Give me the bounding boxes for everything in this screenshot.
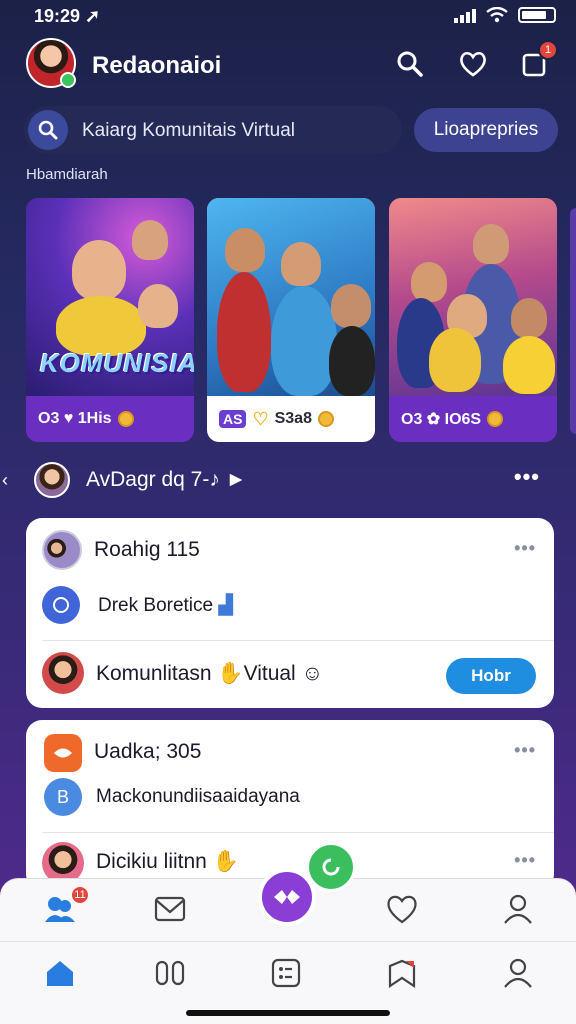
- divider: [42, 832, 554, 833]
- coin-icon: [117, 411, 134, 427]
- signal-icon: [454, 7, 476, 23]
- story-stats: O3 ♥ 1His: [26, 396, 194, 442]
- emoji-icon: ☺: [301, 662, 324, 685]
- community-icon[interactable]: 11: [40, 885, 90, 929]
- back-arrow-icon[interactable]: ‹: [2, 470, 8, 491]
- post-card-1[interactable]: Roahig 115 ••• Drek Boretice ▟ Komunlita…: [26, 518, 554, 708]
- story-image: KOMUNISIAS: [26, 198, 194, 396]
- notification-badge: 1: [538, 40, 558, 60]
- feed-header: ‹ AvDagr dq 7-♪ ► •••: [0, 456, 576, 502]
- more-options-icon[interactable]: •••: [514, 464, 540, 490]
- post-sub-item: Drek Boretice ▟: [98, 594, 233, 617]
- post-title: Uadka; 305: [94, 740, 202, 763]
- notifications-icon[interactable]: 1: [516, 40, 558, 82]
- menu-icon[interactable]: [266, 953, 306, 993]
- online-status-icon: [60, 72, 76, 88]
- nav-badge: 11: [70, 885, 90, 905]
- story-image: [207, 198, 375, 396]
- app-icon[interactable]: [44, 734, 82, 772]
- member-name-text: Dicikiu liitnn: [96, 850, 207, 873]
- account-icon[interactable]: [498, 953, 538, 993]
- header: Redaonaioi 1: [0, 36, 576, 96]
- member-suffix: Vitual: [243, 662, 296, 685]
- battery-icon: [518, 7, 556, 23]
- story-stats-text: O3 ♥ 1His: [38, 410, 112, 427]
- status-time: 19:29 ➚: [34, 6, 101, 26]
- refresh-button[interactable]: [306, 842, 356, 892]
- feed-title: AvDagr dq 7-♪ ►: [86, 468, 247, 491]
- divider: [42, 640, 554, 641]
- profile-icon[interactable]: [498, 889, 538, 929]
- coin-icon: [317, 411, 334, 427]
- home-indicator: [186, 1010, 390, 1016]
- story-stats: AS ♡ S3a8: [207, 396, 375, 442]
- home-icon[interactable]: [40, 953, 80, 993]
- story-image: [389, 198, 557, 396]
- story-card-1[interactable]: KOMUNISIAS O3 ♥ 1His: [26, 198, 194, 442]
- section-label: Hbamdiarah: [26, 166, 108, 183]
- story-card-3[interactable]: O3 ✿ IO6S: [389, 198, 557, 442]
- story-card-2[interactable]: AS ♡ S3a8: [207, 198, 375, 442]
- heart-icon[interactable]: [382, 889, 422, 929]
- more-options-icon[interactable]: •••: [514, 850, 536, 871]
- more-options-icon[interactable]: •••: [514, 740, 536, 761]
- groups-icon[interactable]: [150, 953, 190, 993]
- status-icons: [454, 7, 556, 23]
- search-placeholder: Kaiarg Komunitais Virtual: [82, 120, 295, 141]
- member-name: Dicikiu liitnn ✋: [96, 850, 239, 874]
- app-title: Redaonaioi: [92, 52, 222, 79]
- coin-icon: [487, 411, 504, 427]
- story-stats-text: S3a8: [274, 410, 312, 427]
- story-stats-text: O3 ✿ IO6S: [401, 411, 482, 428]
- post-sub-item-text: Drek Boretice: [98, 595, 214, 616]
- bookmark-icon[interactable]: [382, 953, 422, 993]
- member-name: Komunlitasn ✋Vitual ☺: [96, 662, 323, 686]
- building-icon: ▟: [218, 595, 234, 616]
- search-icon[interactable]: [392, 46, 428, 82]
- avatar[interactable]: [42, 652, 84, 694]
- story-overlay-text: KOMUNISIAS: [40, 348, 194, 378]
- hand-icon: ✋: [217, 662, 244, 685]
- heart-chat-icon[interactable]: [455, 46, 491, 82]
- story-stats: O3 ✿ IO6S: [389, 396, 557, 442]
- hand-icon: ✋: [212, 850, 239, 873]
- post-sub-item: Mackonundiisaaidayana: [96, 786, 300, 807]
- status-bar: 19:29 ➚: [0, 0, 576, 34]
- avatar[interactable]: [34, 462, 70, 498]
- filter-chip[interactable]: Lioaprepries: [414, 108, 558, 152]
- story-card-4-peek[interactable]: [570, 208, 576, 434]
- search-input[interactable]: Kaiarg Komunitais Virtual: [24, 106, 402, 154]
- nav-divider: [0, 941, 576, 942]
- heart-icon: ♡: [252, 408, 269, 429]
- info-icon: [42, 586, 80, 624]
- mail-icon[interactable]: [150, 889, 190, 929]
- join-button[interactable]: Hobr: [446, 658, 536, 694]
- post-card-2[interactable]: Uadka; 305 ••• B Mackonundiisaaidayana D…: [26, 720, 554, 890]
- story-badge: AS: [219, 410, 247, 428]
- letter-badge: B: [44, 778, 82, 816]
- member-name-text: Komunlitasn: [96, 662, 212, 685]
- post-title: Roahig 115: [94, 538, 200, 561]
- search-icon: [28, 110, 68, 150]
- avatar[interactable]: [42, 530, 82, 570]
- wifi-icon: [486, 7, 508, 23]
- more-options-icon[interactable]: •••: [514, 538, 536, 559]
